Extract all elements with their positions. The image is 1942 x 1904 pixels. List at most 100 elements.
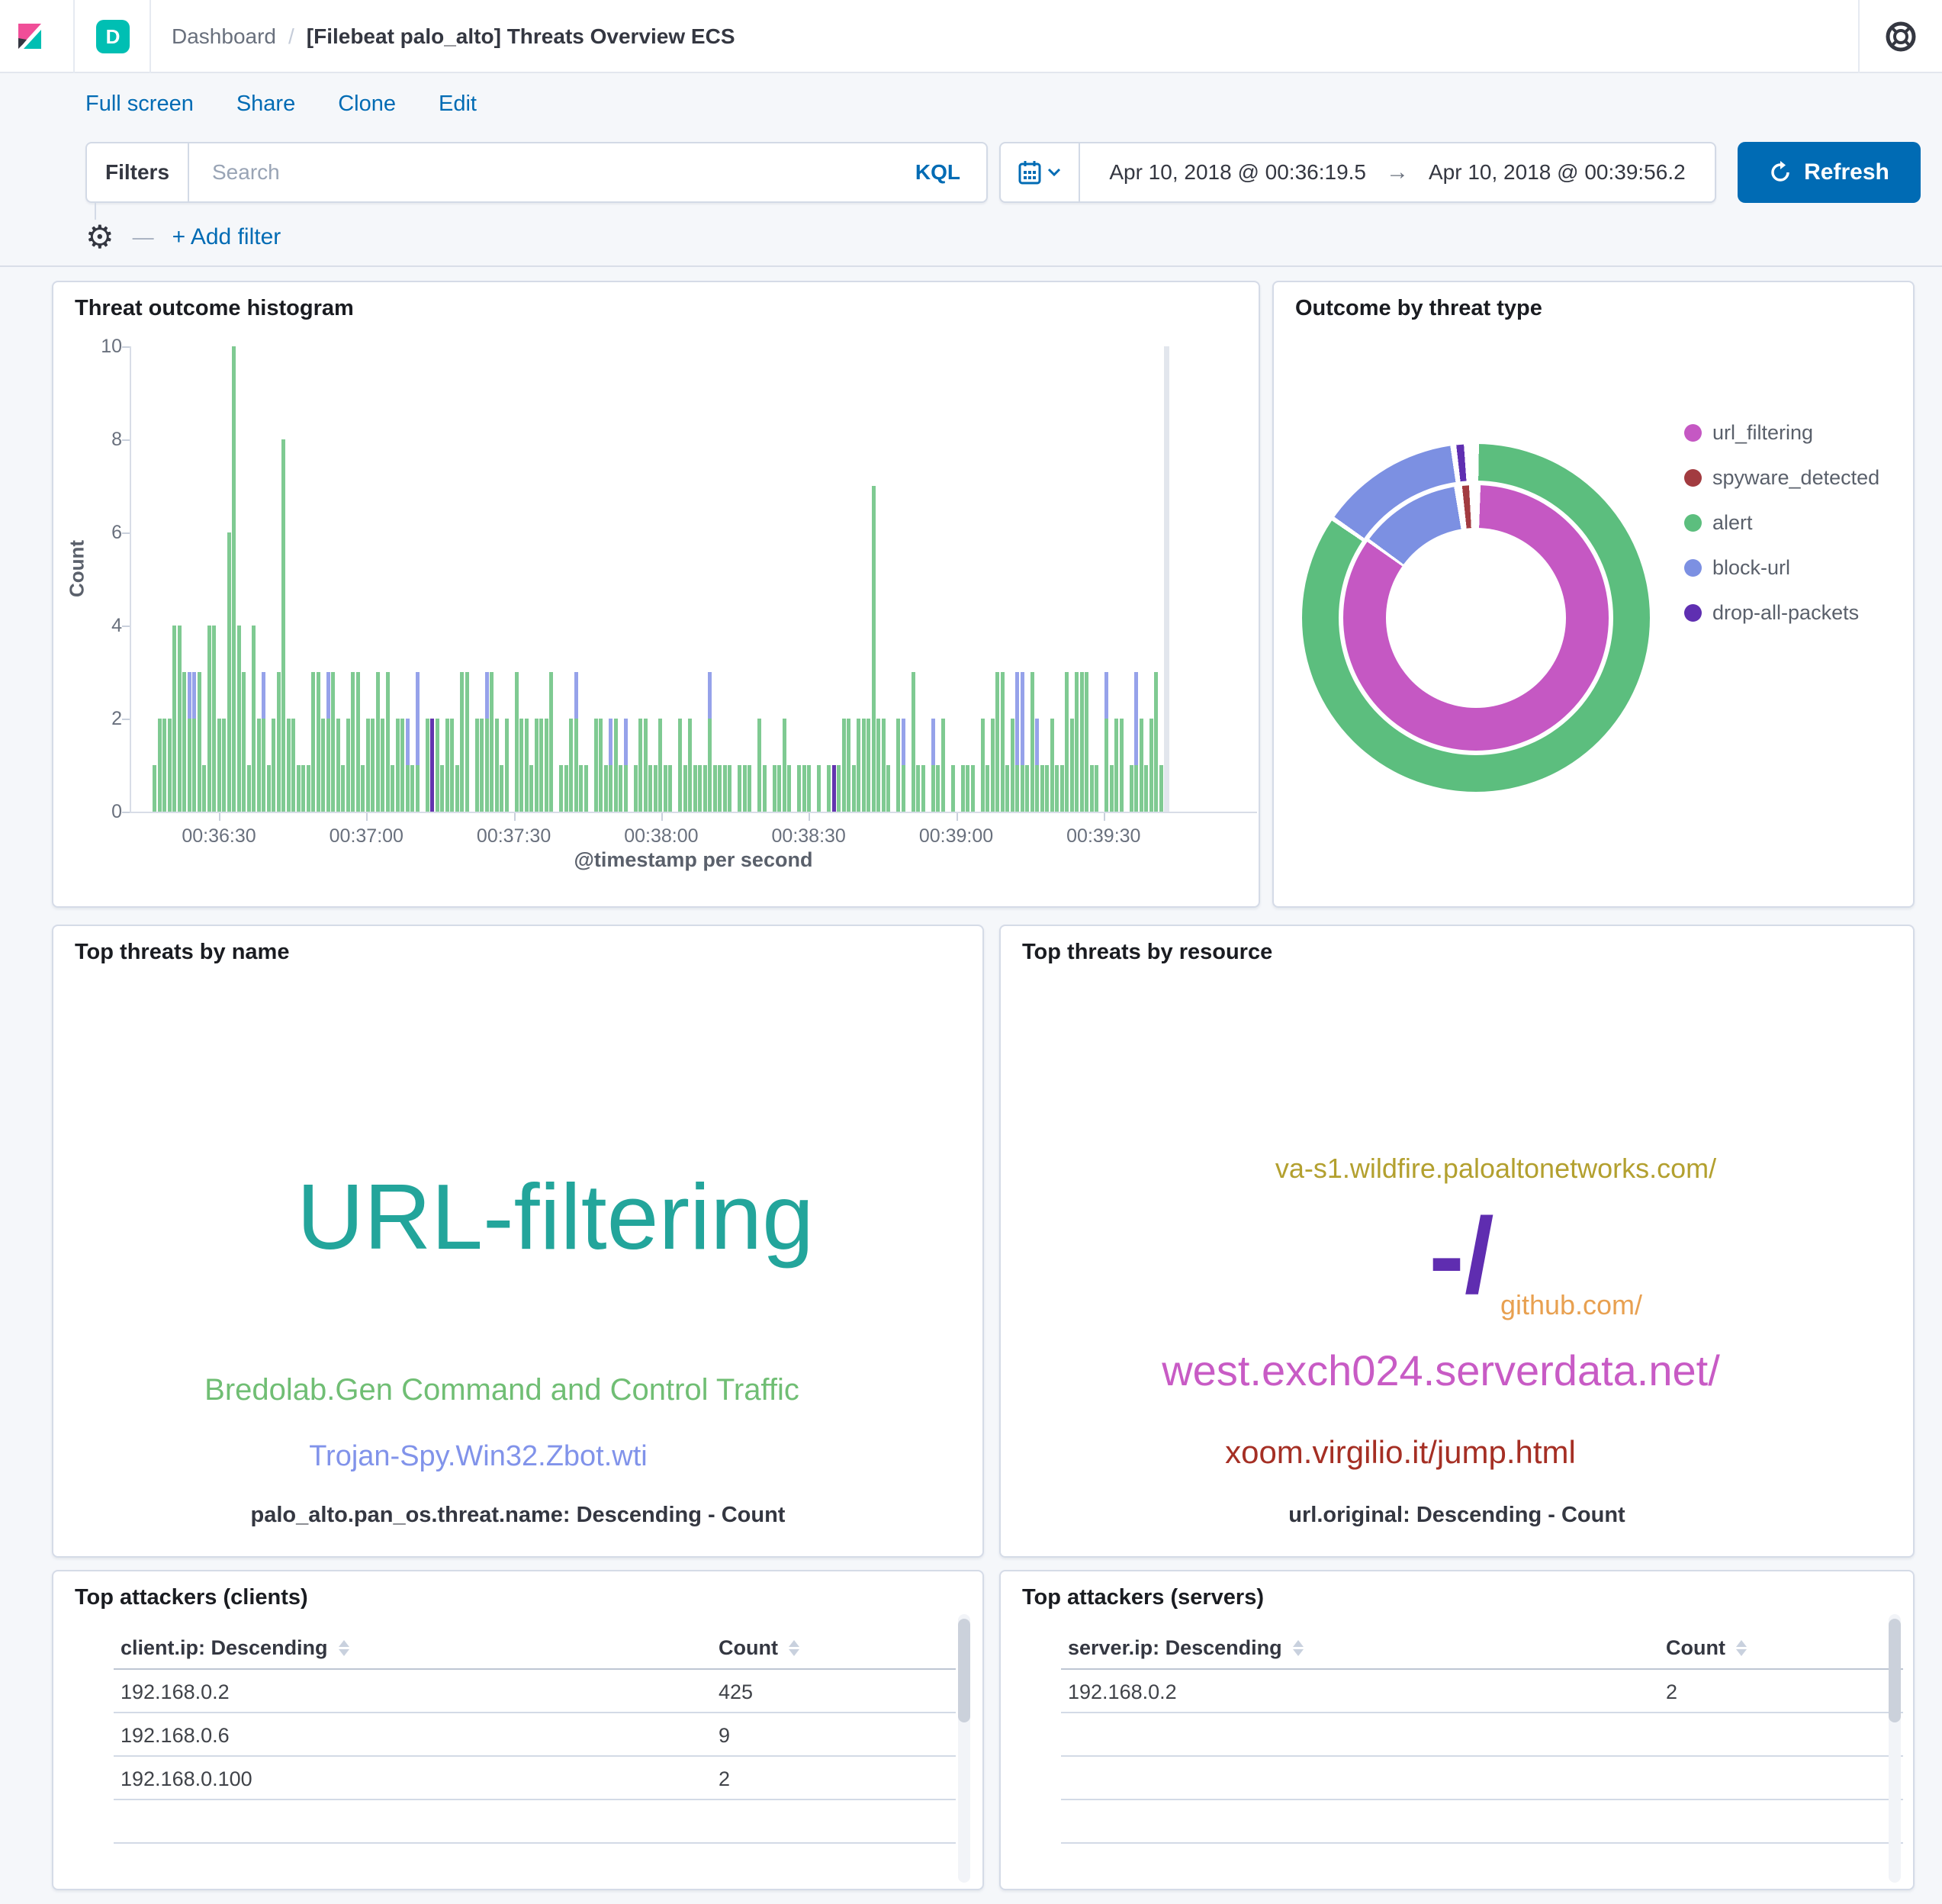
tag-cloud-item[interactable]: Trojan-Spy.Win32.Zbot.wti [14,1442,943,1471]
tag-cloud-item[interactable]: va-s1.wildfire.paloaltonetworks.com/ [1040,1155,1942,1182]
histogram-bar[interactable] [336,719,340,812]
histogram-bar[interactable] [297,765,301,812]
histogram-bar[interactable] [664,765,667,812]
histogram-bar[interactable] [773,765,776,812]
histogram-bar[interactable] [287,719,291,812]
histogram-bar[interactable] [912,672,915,812]
histogram-bar[interactable] [549,672,553,812]
histogram-bar[interactable] [539,719,543,812]
histogram-bar[interactable] [941,719,945,812]
histogram-bar[interactable] [703,765,707,812]
histogram-bar[interactable] [182,672,186,812]
histogram-bar[interactable] [207,626,211,812]
histogram-bar[interactable] [242,672,246,812]
tag-cloud-item[interactable]: west.exch024.serverdata.net/ [985,1349,1897,1392]
dashboard-badge[interactable]: D [96,20,130,53]
nav-link-clone[interactable]: Clone [338,92,396,117]
histogram-bar[interactable] [748,765,751,812]
histogram-bar[interactable] [1104,672,1108,719]
histogram-bar[interactable] [1095,765,1098,812]
histogram-bar[interactable] [257,719,261,812]
histogram-bar[interactable] [252,626,256,812]
histogram-bar[interactable] [529,765,533,812]
histogram-bar[interactable] [307,765,310,812]
histogram-bar[interactable] [1015,672,1019,765]
histogram-bar[interactable] [1140,719,1143,812]
histogram-bar[interactable] [574,672,578,719]
histogram-bar[interactable] [574,719,578,812]
column-header-count[interactable]: Count [719,1634,963,1661]
histogram-bar[interactable] [817,765,821,812]
histogram-bar[interactable] [410,765,414,812]
sort-icon[interactable] [339,1640,349,1656]
sort-icon[interactable] [1736,1640,1747,1656]
histogram-bar[interactable] [718,765,722,812]
histogram-bar[interactable] [837,765,841,812]
legend-item-alert[interactable]: alert [1684,500,1879,545]
histogram-bar[interactable] [1110,765,1114,812]
date-picker-toggle[interactable] [1001,143,1080,201]
histogram-bar[interactable] [886,765,890,812]
histogram-bar[interactable] [1015,765,1019,812]
histogram-bar[interactable] [485,719,489,812]
histogram-bar[interactable] [346,719,350,812]
add-filter-button[interactable]: + Add filter [172,224,281,250]
histogram-bar[interactable] [262,672,265,719]
histogram-bar[interactable] [198,672,201,812]
histogram-bar[interactable] [326,672,330,719]
histogram-bar[interactable] [802,765,806,812]
histogram-bar[interactable] [1040,765,1044,812]
histogram-bar[interactable] [455,765,459,812]
histogram-bar[interactable] [400,719,404,812]
histogram-bar[interactable] [609,765,613,812]
histogram-bar[interactable] [381,719,384,812]
tag-cloud-item[interactable]: github.com/ [1115,1291,1942,1319]
histogram-bar[interactable] [1045,765,1049,812]
histogram-bar[interactable] [153,765,156,812]
histogram-bar[interactable] [624,765,628,812]
histogram-bar[interactable] [341,765,345,812]
column-header-count[interactable]: Count [1666,1634,1910,1661]
histogram-bar[interactable] [1104,719,1108,812]
histogram-bar[interactable] [569,719,573,812]
histogram-bar[interactable] [693,765,697,812]
tag-cloud-item[interactable]: URL-filtering [91,1170,1020,1263]
histogram-bar[interactable] [202,765,206,812]
histogram-bar[interactable] [584,765,588,812]
legend-item-block-url[interactable]: block-url [1684,545,1879,590]
histogram-bar[interactable] [317,672,320,812]
histogram-bar[interactable] [827,765,831,812]
histogram-bar[interactable] [326,719,330,812]
histogram-bar[interactable] [1021,672,1024,765]
histogram-bar[interactable] [485,672,489,719]
histogram-bar[interactable] [1149,719,1153,812]
nav-link-share[interactable]: Share [236,92,295,117]
histogram-bar[interactable] [311,672,315,812]
histogram-bar[interactable] [985,765,989,812]
histogram-bar[interactable] [416,765,420,812]
histogram-bar[interactable] [763,765,767,812]
histogram-bar[interactable] [644,719,648,812]
histogram-bar[interactable] [1070,719,1074,812]
histogram-bar[interactable] [505,719,509,812]
histogram-bar[interactable] [713,765,717,812]
histogram-bar[interactable] [515,672,519,812]
table-row[interactable]: 192.168.0.69 [121,1722,963,1748]
histogram-bar[interactable] [168,719,172,812]
histogram-bar[interactable] [738,765,741,812]
histogram-bar[interactable] [386,672,390,812]
histogram-bar[interactable] [638,719,642,812]
histogram-bar[interactable] [614,719,618,812]
histogram-bar[interactable] [683,765,687,812]
histogram-bar[interactable] [301,765,305,812]
histogram-bar[interactable] [1030,672,1034,812]
histogram-bar[interactable] [857,719,860,812]
histogram-bar[interactable] [931,765,935,812]
histogram-bar[interactable] [158,719,162,812]
histogram-bar[interactable] [281,439,285,812]
histogram-bar[interactable] [797,765,801,812]
histogram-bar[interactable] [921,765,925,812]
filters-label[interactable]: Filters [87,143,189,201]
histogram-bar[interactable] [217,719,221,812]
histogram-bar[interactable] [723,765,727,812]
